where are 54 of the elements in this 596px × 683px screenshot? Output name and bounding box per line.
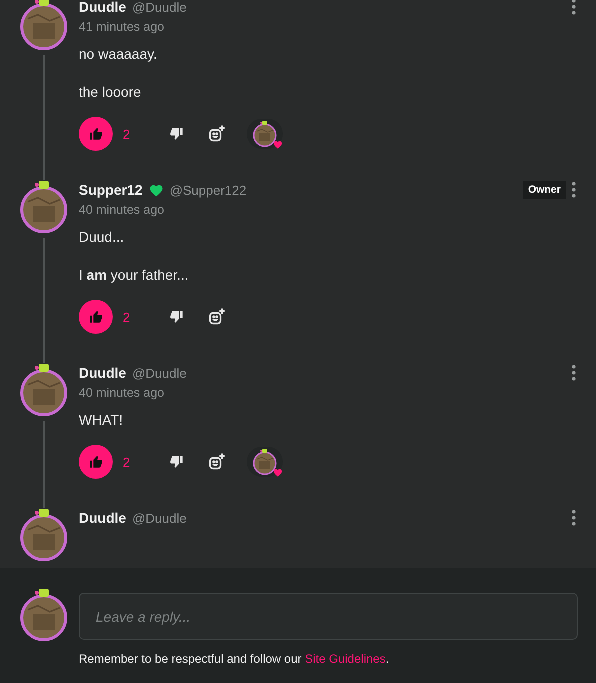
- owner-badge: Owner: [523, 181, 566, 199]
- reaction-chip[interactable]: [247, 119, 283, 149]
- more-options-button[interactable]: [572, 0, 576, 15]
- thumbs-up-icon: [89, 127, 103, 141]
- author-name[interactable]: Duudle: [79, 365, 126, 381]
- comment-text: Duud...: [79, 228, 126, 247]
- more-options-button[interactable]: [572, 510, 576, 526]
- avatar: [253, 119, 277, 149]
- timestamp: 41 minutes ago: [79, 19, 166, 36]
- like-button[interactable]: [79, 117, 113, 151]
- add-reaction-icon: [208, 308, 226, 326]
- thumbs-down-icon: [170, 127, 184, 141]
- avatar: [20, 363, 68, 417]
- add-reaction-icon: [208, 453, 226, 471]
- thumbs-down-icon: [170, 455, 184, 469]
- comment-text: I am your father...: [79, 266, 190, 285]
- like-count: 2: [123, 454, 132, 470]
- user-handle: @Supper122: [170, 182, 247, 198]
- thumbs-up-icon: [89, 455, 103, 469]
- thumbs-up-icon: [89, 310, 103, 324]
- comment-text: no waaaaay.: [79, 45, 158, 64]
- more-options-icon: [572, 182, 576, 198]
- author-name[interactable]: Duudle: [79, 510, 126, 526]
- thumbs-down-icon: [170, 310, 184, 324]
- add-reaction-icon: [208, 125, 226, 143]
- comment-text: the looore: [79, 83, 142, 102]
- comment-text: WHAT!: [79, 411, 124, 430]
- user-handle: @Duudle: [132, 510, 187, 526]
- heart-icon: [273, 140, 283, 149]
- timestamp: 40 minutes ago: [79, 202, 166, 219]
- timestamp: 40 minutes ago: [79, 385, 166, 402]
- more-options-button[interactable]: [572, 182, 576, 198]
- like-count: 2: [123, 310, 132, 324]
- like-count: 2: [123, 126, 132, 142]
- author-name[interactable]: Supper12: [79, 182, 143, 198]
- heart-icon: [273, 468, 283, 477]
- more-options-icon: [572, 510, 576, 526]
- more-options-icon: [572, 365, 576, 381]
- avatar: [20, 0, 68, 51]
- avatar: [20, 508, 68, 562]
- user-handle: @Duudle: [132, 0, 187, 14]
- reaction-chip[interactable]: [247, 447, 283, 477]
- more-options-button[interactable]: [572, 365, 576, 381]
- like-button[interactable]: [79, 300, 113, 334]
- avatar: [20, 180, 68, 234]
- more-options-icon: [572, 0, 576, 15]
- site-guidelines-link[interactable]: Site Guidelines: [305, 652, 386, 666]
- avatar: [20, 588, 68, 642]
- reply-field[interactable]: Leave a reply...: [79, 593, 578, 640]
- avatar: [253, 447, 277, 477]
- author-name[interactable]: Duudle: [79, 0, 126, 15]
- user-handle: @Duudle: [132, 366, 187, 380]
- guidelines-note: Remember to be respectful and follow our Site Guidelines.: [79, 652, 390, 666]
- like-button[interactable]: [79, 445, 113, 479]
